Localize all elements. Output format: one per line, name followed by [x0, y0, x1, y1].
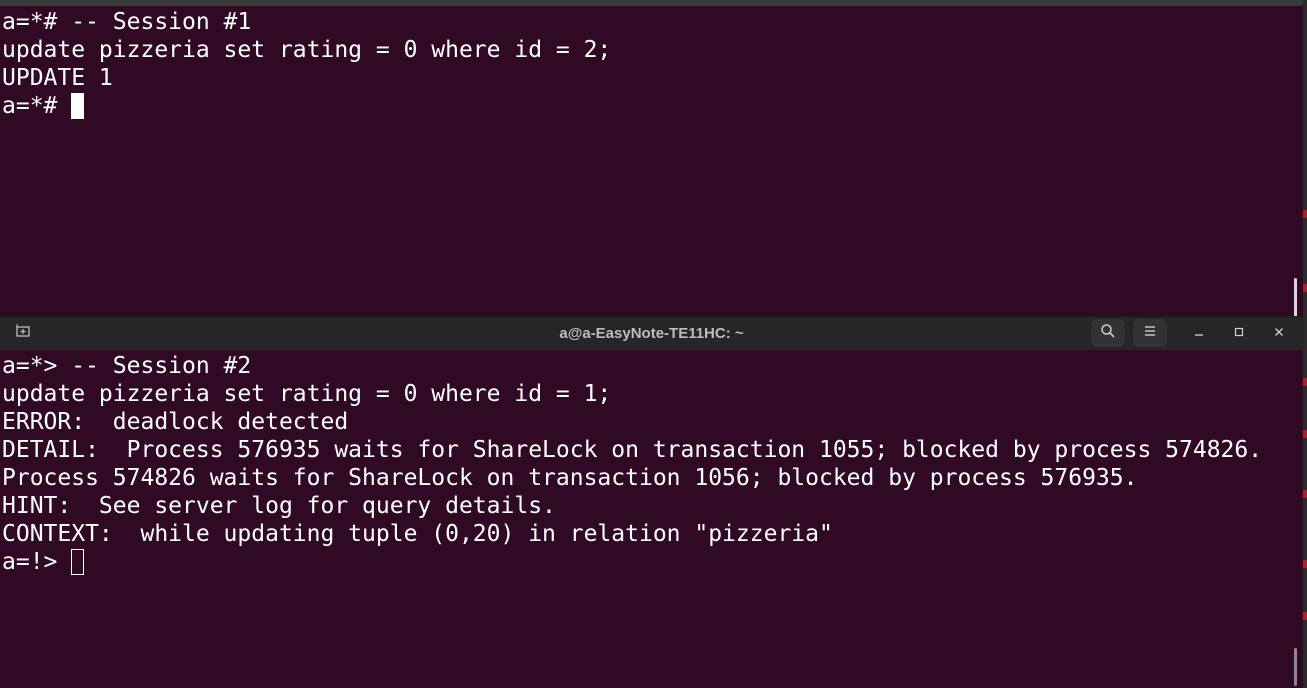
terminal-output: a=*# -- Session #1 update pizzeria set r… — [2, 8, 611, 120]
edge-mark — [1303, 284, 1307, 292]
edge-mark — [1303, 210, 1307, 218]
prompt: a=!> — [2, 549, 72, 575]
edge-mark — [1303, 612, 1307, 620]
minimize-button[interactable] — [1187, 321, 1211, 345]
terminal-line: DETAIL: Process 576935 waits for ShareLo… — [2, 437, 1263, 463]
text-cursor — [71, 93, 85, 119]
minimize-icon — [1194, 324, 1204, 342]
search-icon — [1100, 323, 1116, 344]
scrollbar[interactable] — [1294, 648, 1297, 686]
terminal-line: UPDATE 1 — [2, 65, 113, 91]
terminal-line: Process 574826 waits for ShareLock on tr… — [2, 465, 1138, 491]
terminal-line: HINT: See server log for query details. — [2, 493, 556, 519]
prompt-line[interactable]: a=*# — [2, 92, 611, 120]
terminal-output: a=*> -- Session #2 update pizzeria set r… — [2, 352, 1262, 576]
search-button[interactable] — [1091, 319, 1125, 347]
terminal-line: update pizzeria set rating = 0 where id … — [2, 381, 612, 407]
terminal-session-2[interactable]: a=*> -- Session #2 update pizzeria set r… — [0, 350, 1303, 688]
prompt-line[interactable]: a=!> — [2, 548, 1262, 576]
prompt: a=*# — [2, 93, 72, 119]
edge-mark — [1303, 560, 1307, 568]
terminal-line: a=*# -- Session #1 — [2, 9, 252, 35]
terminal-session-1[interactable]: a=*# -- Session #1 update pizzeria set r… — [0, 0, 1303, 316]
edge-mark — [1303, 378, 1307, 386]
window-titlebar[interactable]: a@a-EasyNote-TE11HC: ~ — [0, 316, 1303, 350]
text-cursor — [71, 549, 85, 575]
terminal-line: a=*> -- Session #2 — [2, 353, 252, 379]
maximize-icon — [1234, 324, 1244, 342]
hamburger-menu-icon — [1143, 324, 1157, 342]
close-icon — [1274, 324, 1284, 342]
terminal-line: ERROR: deadlock detected — [2, 409, 349, 435]
desktop: a=*# -- Session #1 update pizzeria set r… — [0, 0, 1307, 688]
terminal-line: CONTEXT: while updating tuple (0,20) in … — [2, 521, 833, 547]
terminal-line: update pizzeria set rating = 0 where id … — [2, 37, 612, 63]
edge-mark — [1303, 430, 1307, 438]
close-button[interactable] — [1267, 321, 1291, 345]
menu-button[interactable] — [1133, 319, 1167, 347]
maximize-button[interactable] — [1227, 321, 1251, 345]
scrollbar[interactable] — [1294, 278, 1297, 316]
edge-mark — [1303, 490, 1307, 498]
screen-edge — [1303, 0, 1307, 688]
